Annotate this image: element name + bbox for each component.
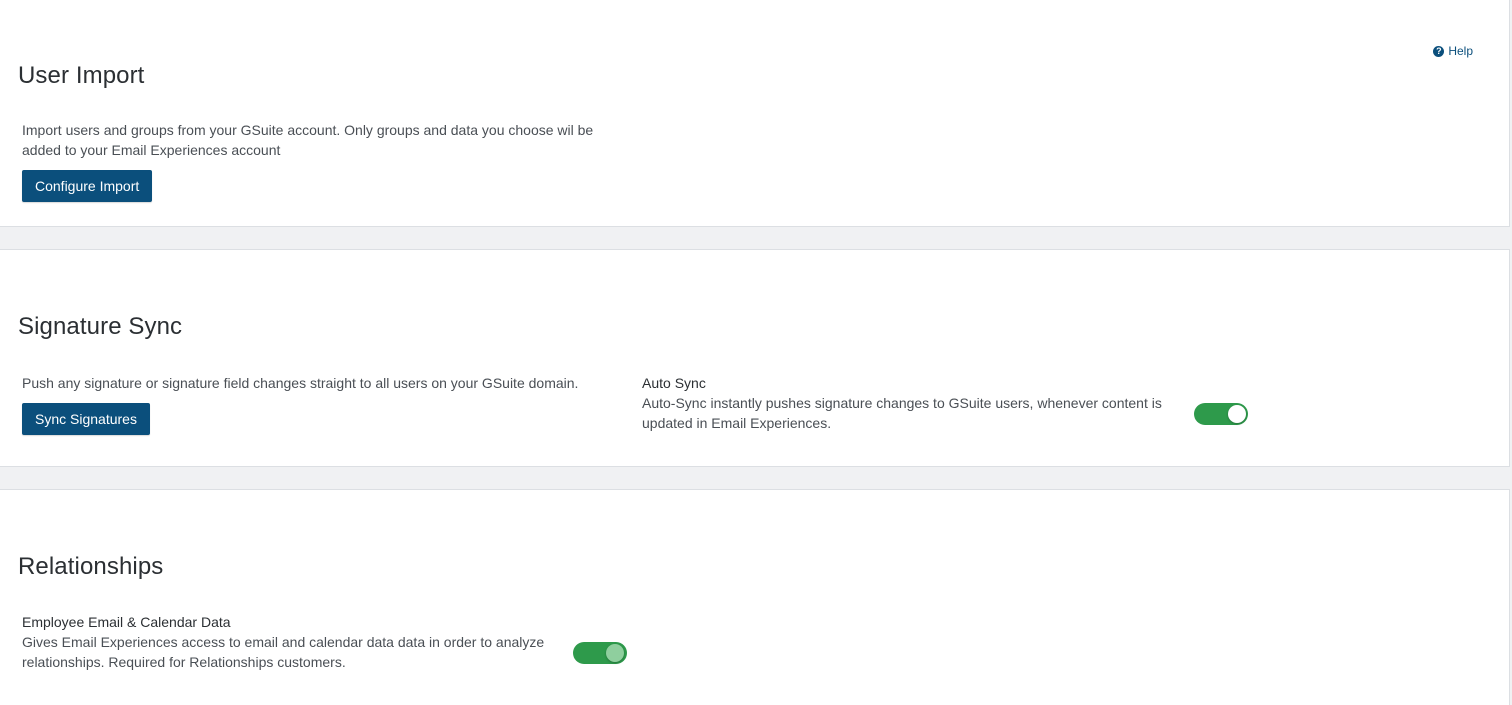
user-import-description-line2: added to your Email Experiences account: [22, 142, 281, 158]
signature-sync-title: Signature Sync: [18, 313, 183, 340]
question-circle-icon: ?: [1433, 45, 1445, 57]
employee-data-description: Gives Email Experiences access to email …: [22, 632, 544, 672]
auto-sync-description-line2: updated in Email Experiences.: [642, 415, 832, 431]
user-import-description: Import users and groups from your GSuite…: [22, 120, 593, 160]
user-import-description-line1: Import users and groups from your GSuite…: [22, 122, 594, 138]
user-import-card: ? Help User Import Import users and grou…: [0, 0, 1510, 227]
auto-sync-description-line1: Auto-Sync instantly pushes signature cha…: [642, 395, 1162, 411]
employee-data-description-line1: Gives Email Experiences access to email …: [22, 634, 545, 650]
toggle-knob: [606, 644, 624, 662]
user-import-title: User Import: [18, 62, 145, 89]
toggle-knob: [1228, 405, 1246, 423]
employee-data-toggle[interactable]: [573, 642, 627, 664]
relationships-card: Relationships Employee Email & Calendar …: [0, 489, 1510, 705]
help-link[interactable]: ? Help: [1433, 44, 1473, 58]
auto-sync-toggle[interactable]: [1194, 403, 1248, 425]
relationships-title: Relationships: [18, 553, 164, 580]
auto-sync-label: Auto Sync: [642, 375, 706, 391]
auto-sync-description: Auto-Sync instantly pushes signature cha…: [642, 393, 1162, 433]
configure-import-button[interactable]: Configure Import: [22, 170, 153, 202]
employee-data-label: Employee Email & Calendar Data: [22, 614, 231, 630]
signature-sync-card: Signature Sync Push any signature or sig…: [0, 249, 1510, 467]
signature-sync-description: Push any signature or signature field ch…: [22, 375, 579, 391]
employee-data-description-line2: relationships. Required for Relationship…: [22, 654, 346, 670]
sync-signatures-button[interactable]: Sync Signatures: [22, 403, 150, 435]
help-label: Help: [1448, 44, 1473, 58]
